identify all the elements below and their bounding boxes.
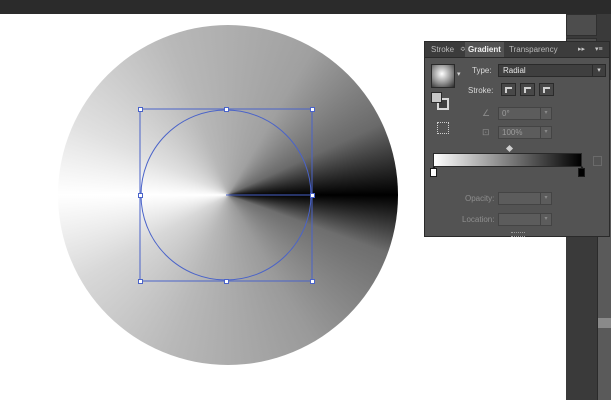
angle-field[interactable]: 0° ▾ [498, 107, 552, 120]
gradient-panel: Stroke ≎ Gradient Transparency ▸▸ ▾≡ ▾ T… [424, 41, 610, 237]
handle-top-right[interactable] [310, 107, 315, 112]
aspect-ratio-icon: ⊡ [482, 127, 490, 137]
handle-middle-right[interactable] [310, 193, 315, 198]
stroke-across-button[interactable] [539, 83, 554, 96]
stroke-within-button[interactable] [501, 83, 516, 96]
type-label: Type: [472, 66, 492, 75]
swatch-dropdown-icon[interactable]: ▾ [457, 70, 461, 78]
stroke-along-button[interactable] [520, 83, 535, 96]
panel-tab-bar: Stroke ≎ Gradient Transparency ▸▸ ▾≡ [425, 42, 609, 58]
type-select-value: Radial [503, 66, 526, 75]
opacity-field[interactable]: ▾ [498, 192, 552, 205]
stroke-label: Stroke: [468, 86, 494, 95]
aspect-ratio-field[interactable]: 100% ▾ [498, 126, 552, 139]
handle-bottom-left[interactable] [138, 279, 143, 284]
handle-middle-left[interactable] [138, 193, 143, 198]
scrollbar-thumb[interactable] [598, 318, 611, 328]
handle-top-center[interactable] [224, 107, 229, 112]
trash-icon[interactable] [593, 156, 602, 166]
handle-bottom-right[interactable] [310, 279, 315, 284]
angle-icon: ∠ [482, 108, 491, 118]
reverse-gradient-icon[interactable] [437, 122, 449, 134]
tab-transparency[interactable]: Transparency [509, 42, 558, 57]
tab-stroke[interactable]: Stroke [431, 42, 454, 57]
panel-collapse-icon[interactable]: ▸▸ [578, 42, 585, 57]
stroke-along-icon [524, 87, 531, 93]
panel-resize-grip[interactable] [511, 232, 525, 237]
chevron-down-icon: ▾ [540, 108, 551, 119]
chevron-down-icon: ▾ [540, 214, 551, 225]
handle-top-left[interactable] [138, 107, 143, 112]
stroke-across-icon [543, 87, 550, 93]
gradient-slider[interactable] [433, 153, 582, 167]
location-label: Location: [462, 215, 495, 224]
dock-button-1[interactable] [566, 14, 597, 36]
stroke-within-icon [505, 87, 512, 93]
radial-gradient-swatch-icon[interactable] [431, 64, 455, 88]
top-menubar [0, 0, 611, 14]
handle-bottom-center[interactable] [224, 279, 229, 284]
chevron-down-icon: ▾ [540, 193, 551, 204]
gradient-midpoint-diamond[interactable] [505, 144, 514, 153]
chevron-down-icon: ▾ [540, 127, 551, 138]
gradient-stop-white[interactable] [430, 166, 437, 177]
gradient-stop-black[interactable] [578, 166, 585, 177]
fill-stroke-swap-icon[interactable] [431, 92, 451, 114]
fill-swatch[interactable] [431, 92, 442, 103]
chevron-down-icon: ▾ [592, 65, 605, 76]
angle-value: 0° [502, 109, 510, 118]
tab-gradient[interactable]: Gradient [465, 42, 504, 57]
location-field[interactable]: ▾ [498, 213, 552, 226]
panel-menu-icon[interactable]: ▾≡ [595, 42, 603, 57]
aspect-ratio-value: 100% [502, 128, 523, 137]
gradient-circle-artwork[interactable] [58, 25, 398, 365]
opacity-label: Opacity: [465, 194, 495, 203]
type-select[interactable]: Radial ▾ [498, 64, 606, 77]
